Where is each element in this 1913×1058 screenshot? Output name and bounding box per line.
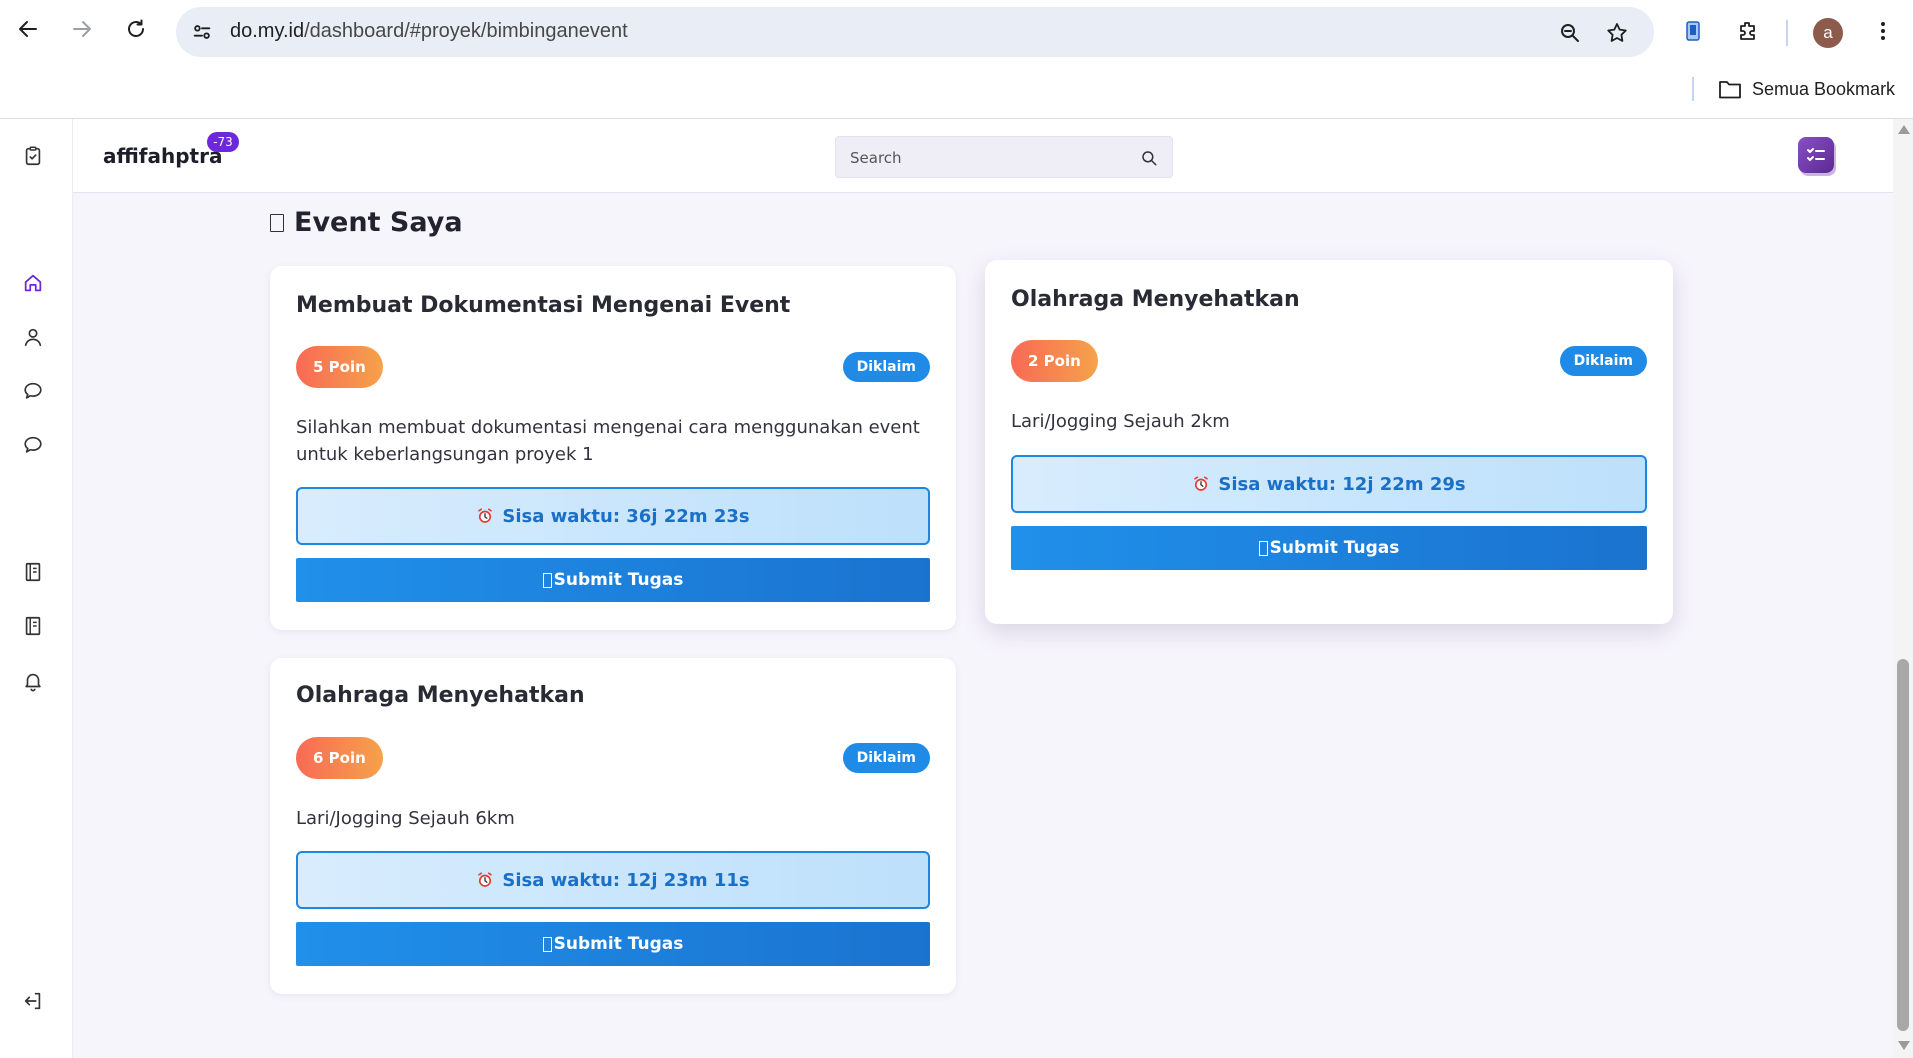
alarm-clock-icon	[1194, 476, 1209, 491]
missing-glyph-icon	[270, 213, 284, 232]
all-bookmarks-label: Semua Bookmark	[1752, 78, 1896, 99]
status-badge: Diklaim	[842, 743, 930, 773]
submit-label: Submit Tugas	[1269, 538, 1400, 558]
phone-cast-icon[interactable]	[1678, 16, 1708, 46]
search-bar	[835, 136, 1173, 178]
more-menu-icon[interactable]	[1868, 16, 1898, 46]
app-logo-icon[interactable]	[1798, 137, 1834, 173]
status-badge: Diklaim	[842, 352, 930, 382]
submit-task-button[interactable]: Submit Tugas	[1011, 526, 1647, 570]
event-card: Olahraga Menyehatkan 2 Poin Diklaim Lari…	[985, 260, 1673, 624]
page-scrollbar[interactable]	[1893, 119, 1913, 1058]
notification-badge: -73	[207, 132, 239, 152]
scroll-up-arrow-icon[interactable]	[1898, 125, 1910, 134]
profile-avatar[interactable]: a	[1813, 18, 1843, 48]
section-title-text: Event Saya	[294, 207, 463, 238]
status-badge: Diklaim	[1559, 346, 1647, 376]
scroll-thumb[interactable]	[1897, 659, 1909, 1031]
submit-label: Submit Tugas	[553, 934, 684, 954]
bookmark-star-icon[interactable]	[1603, 19, 1631, 47]
search-icon[interactable]	[1138, 147, 1160, 169]
app-header: affifahptra -73	[73, 119, 1893, 193]
event-description: Lari/Jogging Sejauh 6km	[296, 808, 515, 829]
event-card: Olahraga Menyehatkan 6 Poin Diklaim Lari…	[270, 658, 956, 994]
reload-icon	[128, 19, 144, 37]
search-input[interactable]	[850, 147, 1130, 169]
missing-glyph-icon	[542, 936, 552, 952]
arrow-left-icon	[19, 21, 37, 37]
scroll-down-arrow-icon[interactable]	[1898, 1041, 1910, 1050]
timer-text: Sisa waktu: 12j 23m 11s	[502, 869, 750, 891]
bookmarks-bar: Semua Bookmark	[0, 65, 1913, 119]
points-badge: 2 Poin	[1011, 340, 1098, 382]
folder-icon	[1719, 81, 1741, 99]
submit-task-button[interactable]: Submit Tugas	[296, 558, 930, 602]
points-badge: 6 Poin	[296, 737, 383, 779]
chat-icon[interactable]	[20, 432, 46, 458]
arrow-right-icon	[73, 21, 91, 37]
user-icon[interactable]	[20, 324, 46, 350]
event-description: Silahkan membuat dokumentasi mengenai ca…	[296, 417, 920, 465]
countdown-timer: Sisa waktu: 12j 23m 11s	[296, 851, 930, 909]
event-card: Membuat Dokumentasi Mengenai Event 5 Poi…	[270, 266, 956, 630]
extensions-icon[interactable]	[1733, 16, 1763, 46]
clipboard-check-icon[interactable]	[20, 143, 46, 169]
countdown-timer: Sisa waktu: 36j 22m 23s	[296, 487, 930, 545]
site-info-icon[interactable]	[188, 18, 216, 46]
timer-text: Sisa waktu: 36j 22m 23s	[502, 505, 750, 527]
missing-glyph-icon	[1258, 540, 1268, 556]
address-bar[interactable]: do.my.id/dashboard/#proyek/bimbinganeven…	[176, 7, 1654, 57]
sidebar	[0, 119, 73, 1058]
event-title: Membuat Dokumentasi Mengenai Event	[296, 293, 791, 318]
toolbar-separator	[1786, 20, 1788, 46]
event-title: Olahraga Menyehatkan	[1011, 287, 1300, 312]
alarm-clock-icon	[478, 508, 493, 523]
logout-icon[interactable]	[20, 988, 46, 1014]
notebook-icon[interactable]	[20, 559, 46, 585]
timer-text: Sisa waktu: 12j 22m 29s	[1218, 473, 1466, 495]
all-bookmarks-button[interactable]: Semua Bookmark	[1718, 75, 1895, 103]
reload-button[interactable]	[119, 12, 153, 46]
countdown-timer: Sisa waktu: 12j 22m 29s	[1011, 455, 1647, 513]
zoom-icon[interactable]	[1556, 19, 1584, 47]
points-badge: 5 Poin	[296, 346, 383, 388]
username[interactable]: affifahptra	[103, 144, 222, 168]
alarm-clock-icon	[478, 872, 493, 887]
back-button[interactable]	[11, 12, 45, 46]
url-text[interactable]: do.my.id/dashboard/#proyek/bimbinganeven…	[230, 20, 628, 43]
bookmarks-separator	[1692, 77, 1694, 101]
event-description: Lari/Jogging Sejauh 2km	[1011, 411, 1230, 432]
chat-icon[interactable]	[20, 378, 46, 404]
notebook-icon[interactable]	[20, 613, 46, 639]
forward-button[interactable]	[65, 12, 99, 46]
browser-toolbar: do.my.id/dashboard/#proyek/bimbinganeven…	[0, 0, 1913, 65]
home-icon[interactable]	[20, 270, 46, 296]
section-title: Event Saya	[270, 207, 463, 238]
url-path: /dashboard/#proyek/bimbinganevent	[304, 20, 628, 42]
url-host: do.my.id	[230, 20, 305, 42]
bell-icon[interactable]	[20, 668, 46, 694]
missing-glyph-icon	[542, 572, 552, 588]
submit-task-button[interactable]: Submit Tugas	[296, 922, 930, 966]
event-title: Olahraga Menyehatkan	[296, 683, 585, 708]
submit-label: Submit Tugas	[553, 570, 684, 590]
